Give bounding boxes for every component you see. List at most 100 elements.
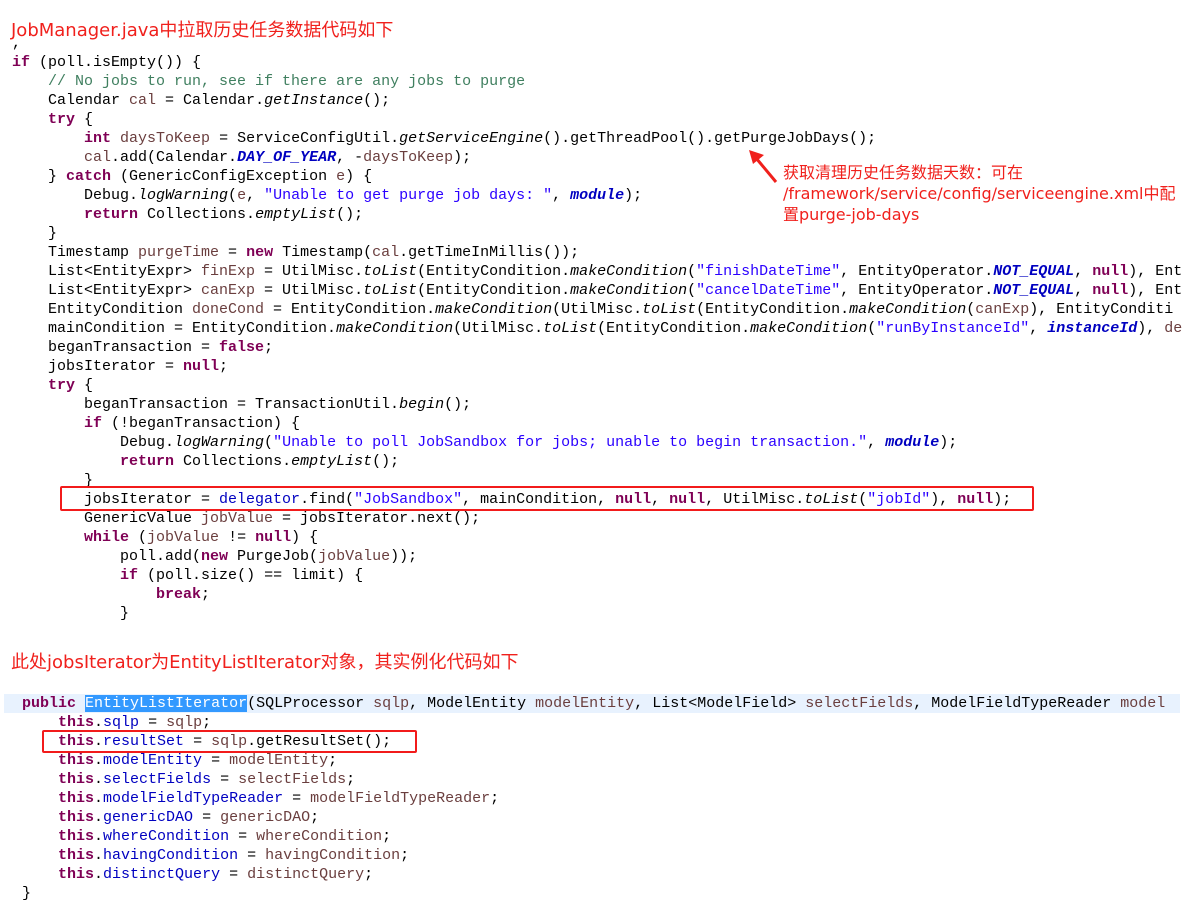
code-token: .: [94, 714, 104, 731]
code-token: .: [94, 866, 104, 883]
code-token: ;: [346, 771, 356, 788]
code-token: = Calendar.: [156, 92, 265, 109]
code-token: selectFields: [805, 695, 914, 712]
code-token: (UtilMisc.: [552, 301, 643, 318]
code-token: ();: [444, 396, 472, 413]
code-token: ),: [1137, 320, 1165, 337]
code-token: if: [120, 567, 139, 584]
code-token: de: [1164, 320, 1183, 337]
code-token: false: [219, 339, 265, 356]
code-token: makeCondition: [435, 301, 553, 318]
code-token: ,: [1029, 320, 1048, 337]
code-token: if: [84, 415, 103, 432]
code-line: beganTransaction = TransactionUtil.begin…: [12, 395, 1188, 414]
code-token: ;: [219, 358, 229, 375]
code-token: whereCondition: [103, 828, 230, 845]
code-token: (EntityCondition.: [696, 301, 850, 318]
code-token: (!beganTransaction) {: [102, 415, 301, 432]
code-token: ;: [382, 828, 392, 845]
code-line: while (jobValue != null) {: [12, 528, 1188, 547]
code-token: {: [75, 377, 94, 394]
code-line: beganTransaction = false;: [12, 338, 1188, 357]
code-token: ;: [202, 714, 212, 731]
code-token: , EntityOperator.: [840, 263, 994, 280]
code-token: );: [624, 187, 643, 204]
code-token: =: [283, 790, 311, 807]
code-token: cal: [372, 244, 400, 261]
code-token: .: [94, 752, 104, 769]
code-token: Collections.: [174, 453, 292, 470]
code-line: mainCondition = EntityCondition.makeCond…: [12, 319, 1188, 338]
annotation-line: 获取清理历史任务数据天数：可在: [783, 163, 1024, 182]
code-token: beganTransaction = TransactionUtil.: [12, 396, 400, 413]
code-token: Timestamp(: [273, 244, 373, 261]
code-line: }: [12, 224, 1188, 243]
code-token: makeCondition: [750, 320, 868, 337]
code-token: jobValue: [318, 548, 391, 565]
code-token: havingCondition: [103, 847, 239, 864]
code-token: public: [22, 695, 77, 712]
code-block-entitylistiterator: public EntityListIterator(SQLProcessor s…: [0, 694, 1180, 903]
code-token: null: [1092, 263, 1129, 280]
code-token: makeCondition: [570, 282, 688, 299]
code-token: instanceId: [1047, 320, 1138, 337]
code-token: if: [12, 54, 31, 71]
code-token: (EntityCondition.: [417, 263, 571, 280]
code-token: ;: [400, 847, 410, 864]
code-line: this.selectFields = selectFields;: [4, 770, 1180, 789]
code-token: modelEntity: [535, 695, 635, 712]
code-token: ();: [336, 206, 364, 223]
code-token: catch: [66, 168, 112, 185]
code-token: this: [58, 847, 95, 864]
code-token: NOT_EQUAL: [993, 263, 1075, 280]
code-token: makeCondition: [849, 301, 967, 318]
code-token: Debug.: [12, 187, 139, 204]
code-token: (: [687, 282, 697, 299]
code-line: }: [4, 884, 1180, 903]
code-token: }: [12, 225, 58, 242]
code-token: ;: [201, 586, 211, 603]
code-token: ;: [490, 790, 500, 807]
code-token: int: [84, 130, 112, 147]
code-token: ,: [1074, 263, 1093, 280]
code-token: "runByInstanceId": [876, 320, 1030, 337]
annotation-line: /framework/service/config/serviceengine.…: [783, 184, 1176, 203]
code-line: jobsIterator = null;: [12, 357, 1188, 376]
code-token: ) {: [345, 168, 373, 185]
code-token: this: [58, 809, 95, 826]
code-token: poll.add(: [12, 548, 202, 565]
code-line: List<EntityExpr> finExp = UtilMisc.toLis…: [12, 262, 1188, 281]
code-line: if (poll.isEmpty()) {: [12, 53, 1188, 72]
code-line: // No jobs to run, see if there are any …: [12, 72, 1188, 91]
code-token: selectFields: [238, 771, 347, 788]
code-token: sqlp: [373, 695, 410, 712]
highlight-box-delegator-find: [60, 486, 1034, 511]
code-token: toList: [363, 282, 418, 299]
code-line: Debug.logWarning("Unable to poll JobSand…: [12, 433, 1188, 452]
code-token: = EntityCondition.: [264, 301, 436, 318]
code-token: =: [238, 847, 266, 864]
code-token: toList: [363, 263, 418, 280]
code-token: daysToKeep: [363, 149, 454, 166]
code-token: =: [220, 866, 248, 883]
code-token: =: [211, 771, 239, 788]
code-line: try {: [12, 110, 1188, 129]
code-token: canExp: [201, 282, 256, 299]
code-token: (: [264, 434, 274, 451]
code-token: =: [139, 714, 167, 731]
code-token: Calendar: [12, 92, 130, 109]
code-token: (EntityCondition.: [417, 282, 571, 299]
code-token: .: [94, 847, 104, 864]
code-token: ,: [1074, 282, 1093, 299]
code-token: (poll.isEmpty()) {: [30, 54, 202, 71]
code-token: distinctQuery: [247, 866, 365, 883]
